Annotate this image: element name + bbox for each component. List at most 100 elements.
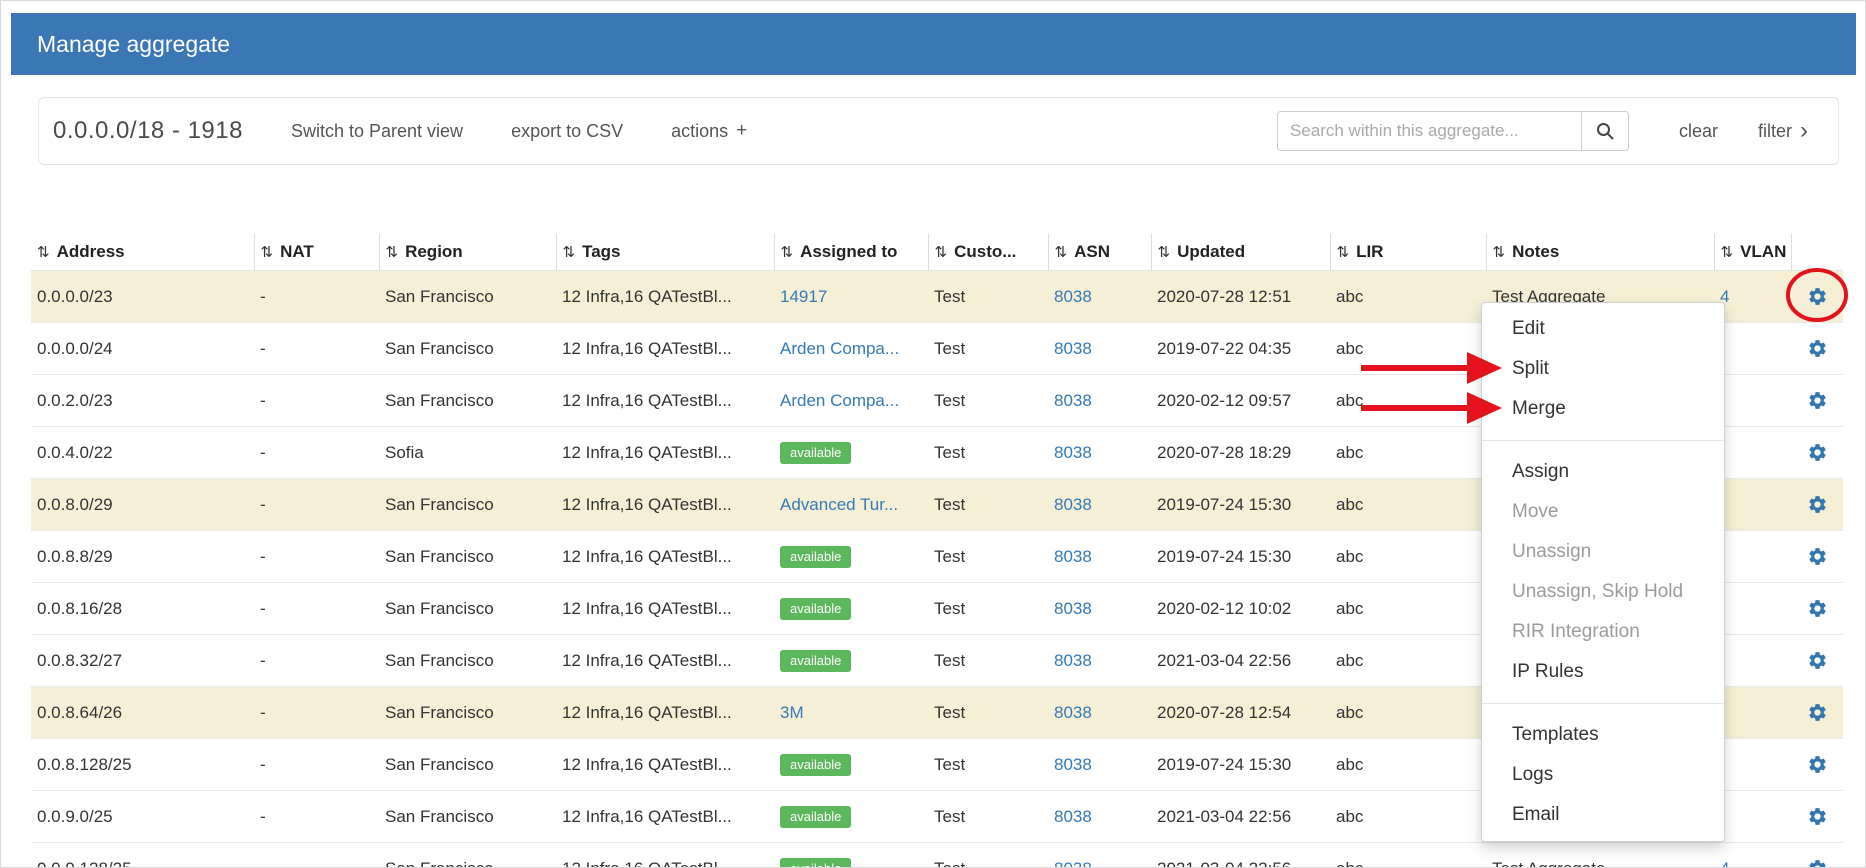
asn-link[interactable]: 8038 <box>1054 859 1092 868</box>
tags-cell: 12 Infra,16 QATestBl... <box>556 375 774 427</box>
col-label: ASN <box>1074 242 1110 261</box>
search-input[interactable] <box>1277 111 1582 151</box>
col-customer[interactable]: ⇅Custo... <box>928 234 1048 271</box>
menu-item-assign[interactable]: Assign <box>1482 452 1724 492</box>
col-updated[interactable]: ⇅Updated <box>1151 234 1330 271</box>
available-badge: available <box>780 858 851 868</box>
asn-link[interactable]: 8038 <box>1054 599 1092 618</box>
filter-label: filter <box>1758 121 1792 142</box>
asn-link[interactable]: 8038 <box>1054 287 1092 306</box>
nat-cell: - <box>254 427 379 479</box>
asn-link[interactable]: 8038 <box>1054 443 1092 462</box>
col-assigned-to[interactable]: ⇅Assigned to <box>774 234 928 271</box>
row-actions-cell <box>1791 531 1843 583</box>
nat-cell: - <box>254 635 379 687</box>
export-csv-button[interactable]: export to CSV <box>511 121 623 142</box>
address-cell: 0.0.8.0/29 <box>31 479 254 531</box>
gear-icon[interactable] <box>1807 598 1828 619</box>
gear-icon[interactable] <box>1807 702 1828 723</box>
filter-button[interactable]: filter › <box>1758 119 1808 143</box>
customer-cell: Test <box>928 375 1048 427</box>
menu-item-edit[interactable]: Edit <box>1482 309 1724 349</box>
assigned-cell: Arden Compa... <box>774 323 928 375</box>
address-cell: 0.0.8.8/29 <box>31 531 254 583</box>
vlan-cell <box>1714 791 1791 843</box>
lir-cell: abc <box>1330 635 1486 687</box>
vlan-cell <box>1714 323 1791 375</box>
asn-link[interactable]: 8038 <box>1054 755 1092 774</box>
col-tags[interactable]: ⇅Tags <box>556 234 774 271</box>
menu-item-merge[interactable]: Merge <box>1482 389 1724 429</box>
asn-cell: 8038 <box>1048 323 1151 375</box>
col-address[interactable]: ⇅Address <box>31 234 254 271</box>
customer-cell: Test <box>928 843 1048 868</box>
col-vlan[interactable]: ⇅VLAN <box>1714 234 1791 271</box>
switch-parent-view-label: Switch to Parent view <box>291 121 463 142</box>
assigned-link[interactable]: Arden Compa... <box>780 391 899 410</box>
vlan-link[interactable]: 4 <box>1720 859 1729 868</box>
search-button[interactable] <box>1581 111 1629 151</box>
menu-item-ip-rules[interactable]: IP Rules <box>1482 652 1724 692</box>
asn-link[interactable]: 8038 <box>1054 547 1092 566</box>
assigned-cell: available <box>774 791 928 843</box>
asn-link[interactable]: 8038 <box>1054 495 1092 514</box>
updated-cell: 2019-07-22 04:35 <box>1151 323 1330 375</box>
gear-icon[interactable] <box>1807 442 1828 463</box>
region-cell: San Francisco <box>379 739 556 791</box>
vlan-cell <box>1714 687 1791 739</box>
page: Manage aggregate 0.0.0.0/18 - 1918 Switc… <box>0 0 1866 868</box>
asn-link[interactable]: 8038 <box>1054 807 1092 826</box>
customer-cell: Test <box>928 531 1048 583</box>
gear-icon[interactable] <box>1807 494 1828 515</box>
vlan-cell <box>1714 635 1791 687</box>
gear-icon[interactable] <box>1807 806 1828 827</box>
gear-icon[interactable] <box>1807 546 1828 567</box>
col-asn[interactable]: ⇅ASN <box>1048 234 1151 271</box>
nat-cell: - <box>254 843 379 868</box>
sort-icon: ⇅ <box>563 244 576 261</box>
col-label: LIR <box>1356 242 1383 261</box>
asn-cell: 8038 <box>1048 531 1151 583</box>
asn-link[interactable]: 8038 <box>1054 339 1092 358</box>
asn-link[interactable]: 8038 <box>1054 651 1092 670</box>
menu-item-logs[interactable]: Logs <box>1482 755 1724 795</box>
asn-link[interactable]: 8038 <box>1054 391 1092 410</box>
tags-cell: 12 Infra,16 QATestBl... <box>556 843 774 868</box>
available-badge: available <box>780 806 851 828</box>
assigned-link[interactable]: 14917 <box>780 287 827 306</box>
clear-button[interactable]: clear <box>1679 121 1718 142</box>
gear-icon[interactable] <box>1807 858 1828 868</box>
asn-cell: 8038 <box>1048 791 1151 843</box>
actions-button[interactable]: actions + <box>671 120 747 142</box>
menu-item-templates[interactable]: Templates <box>1482 715 1724 755</box>
gear-icon[interactable] <box>1807 338 1828 359</box>
assigned-cell: available <box>774 531 928 583</box>
lir-cell: abc <box>1330 583 1486 635</box>
col-region[interactable]: ⇅Region <box>379 234 556 271</box>
plus-icon: + <box>736 120 747 142</box>
gear-icon[interactable] <box>1807 650 1828 671</box>
gear-icon[interactable] <box>1807 390 1828 411</box>
tags-cell: 12 Infra,16 QATestBl... <box>556 687 774 739</box>
col-nat[interactable]: ⇅NAT <box>254 234 379 271</box>
nat-cell: - <box>254 375 379 427</box>
menu-item-split[interactable]: Split <box>1482 349 1724 389</box>
customer-cell: Test <box>928 739 1048 791</box>
col-lir[interactable]: ⇅LIR <box>1330 234 1486 271</box>
switch-parent-view-button[interactable]: Switch to Parent view <box>291 121 463 142</box>
assigned-cell: 3M <box>774 687 928 739</box>
asn-link[interactable]: 8038 <box>1054 703 1092 722</box>
menu-divider <box>1482 440 1724 441</box>
gear-icon[interactable] <box>1807 286 1828 307</box>
assigned-link[interactable]: 3M <box>780 703 804 722</box>
assigned-link[interactable]: Advanced Tur... <box>780 495 898 514</box>
available-badge: available <box>780 754 851 776</box>
col-notes[interactable]: ⇅Notes <box>1486 234 1714 271</box>
row-actions-cell <box>1791 271 1843 323</box>
header-bar: Manage aggregate <box>11 13 1856 75</box>
gear-icon[interactable] <box>1807 754 1828 775</box>
assigned-link[interactable]: Arden Compa... <box>780 339 899 358</box>
row-actions-cell <box>1791 479 1843 531</box>
asn-cell: 8038 <box>1048 479 1151 531</box>
menu-item-email[interactable]: Email <box>1482 795 1724 835</box>
